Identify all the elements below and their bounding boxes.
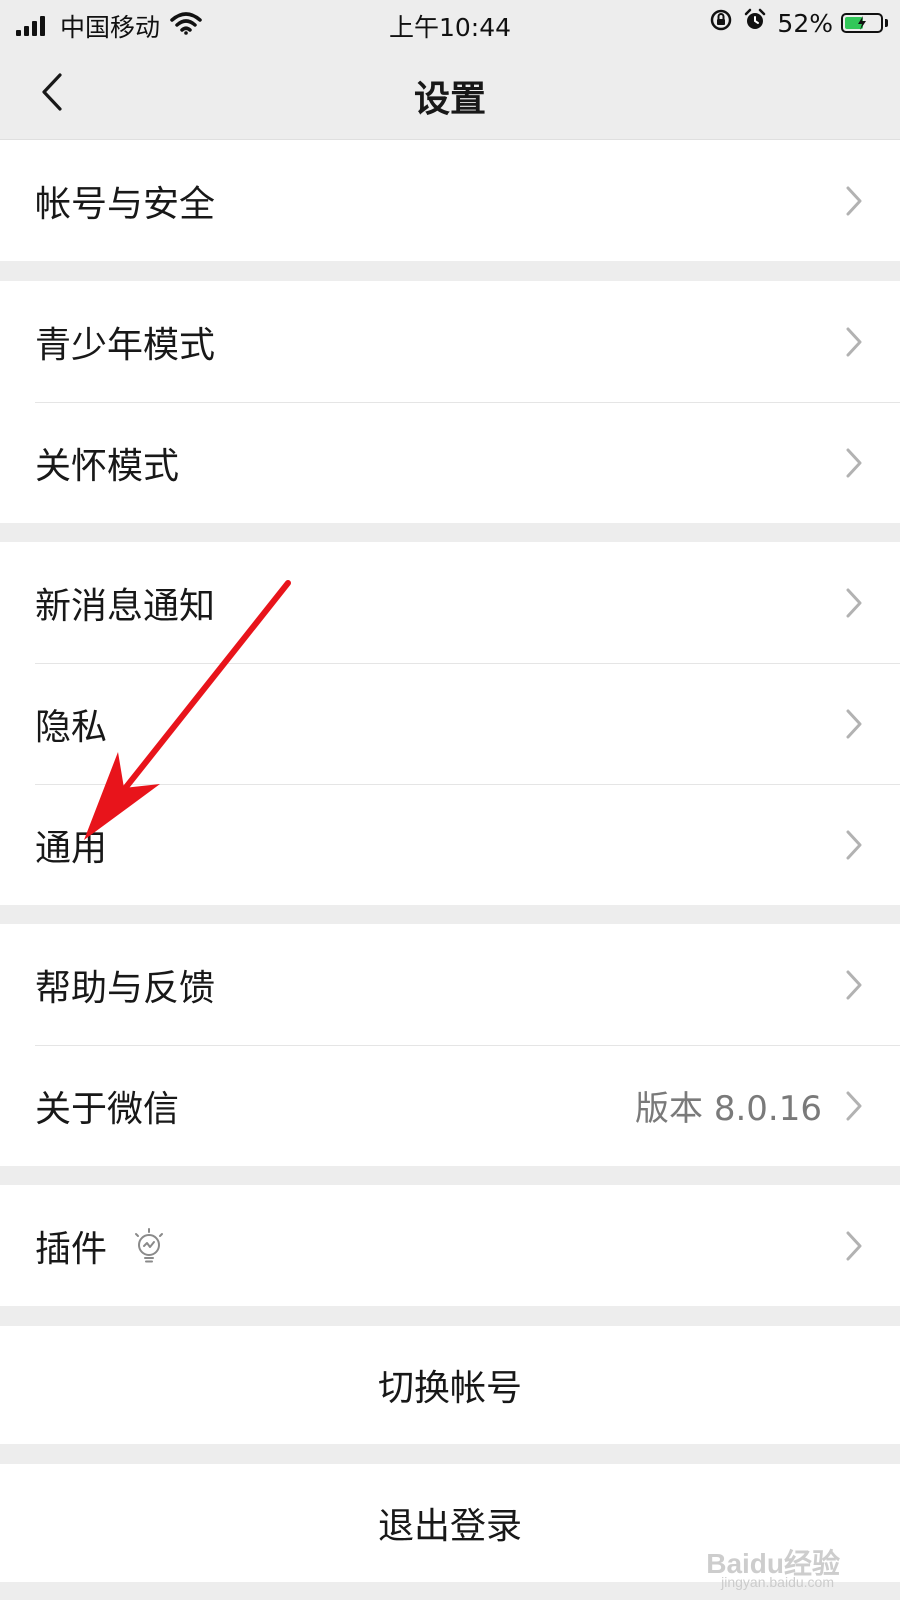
nav-bar: 设置 [0, 46, 900, 140]
setting-label: 帐号与安全 [35, 183, 216, 225]
chevron-right-icon [844, 707, 864, 741]
settings-group-modes: 青少年模式 关怀模式 [0, 281, 900, 523]
status-bar: 中国移动 上午10:44 52% [0, 0, 900, 46]
setting-label: 帮助与反馈 [35, 967, 216, 1009]
switch-account-label: 切换帐号 [377, 1368, 522, 1409]
lightbulb-icon [130, 1227, 168, 1265]
setting-row-notifications[interactable]: 新消息通知 [0, 542, 900, 663]
settings-group-plugins: 插件 [0, 1185, 900, 1306]
setting-row-about-wechat[interactable]: 关于微信 版本 8.0.16 [0, 1045, 900, 1166]
chevron-right-icon [844, 968, 864, 1002]
setting-row-privacy[interactable]: 隐私 [0, 663, 900, 784]
settings-group-account: 帐号与安全 [0, 140, 900, 261]
status-right: 52% [709, 8, 888, 38]
setting-label: 通用 [35, 827, 108, 869]
setting-row-teen-mode[interactable]: 青少年模式 [0, 281, 900, 402]
chevron-right-icon [844, 1089, 864, 1123]
setting-label: 插件 [35, 1228, 108, 1270]
setting-label: 新消息通知 [35, 585, 216, 627]
settings-group-about: 帮助与反馈 关于微信 版本 8.0.16 [0, 924, 900, 1166]
rotation-lock-icon [709, 8, 733, 38]
chevron-right-icon [844, 828, 864, 862]
logout-label: 退出登录 [377, 1506, 522, 1547]
chevron-right-icon [844, 184, 864, 218]
chevron-right-icon [844, 446, 864, 480]
version-value: 版本 8.0.16 [635, 1089, 822, 1129]
setting-label: 隐私 [35, 706, 108, 748]
setting-row-plugins[interactable]: 插件 [0, 1185, 900, 1306]
setting-label: 关怀模式 [35, 445, 180, 487]
battery-percent: 52% [777, 8, 833, 38]
chevron-right-icon [844, 1229, 864, 1263]
battery-icon [841, 13, 883, 33]
alarm-icon [743, 8, 767, 38]
setting-row-general[interactable]: 通用 [0, 784, 900, 905]
setting-row-help-feedback[interactable]: 帮助与反馈 [0, 924, 900, 1045]
setting-row-care-mode[interactable]: 关怀模式 [0, 402, 900, 523]
switch-account-button[interactable]: 切换帐号 [0, 1326, 900, 1444]
settings-group-general: 新消息通知 隐私 通用 [0, 542, 900, 905]
battery-cap [885, 19, 888, 27]
baidu-watermark-url: jingyan.baidu.com [721, 1574, 834, 1590]
setting-label: 关于微信 [35, 1088, 180, 1130]
page-title: 设置 [413, 79, 486, 120]
chevron-right-icon [844, 586, 864, 620]
setting-label: 青少年模式 [35, 324, 216, 366]
setting-row-account-security[interactable]: 帐号与安全 [0, 140, 900, 261]
chevron-right-icon [844, 325, 864, 359]
switch-account-group: 切换帐号 [0, 1326, 900, 1444]
